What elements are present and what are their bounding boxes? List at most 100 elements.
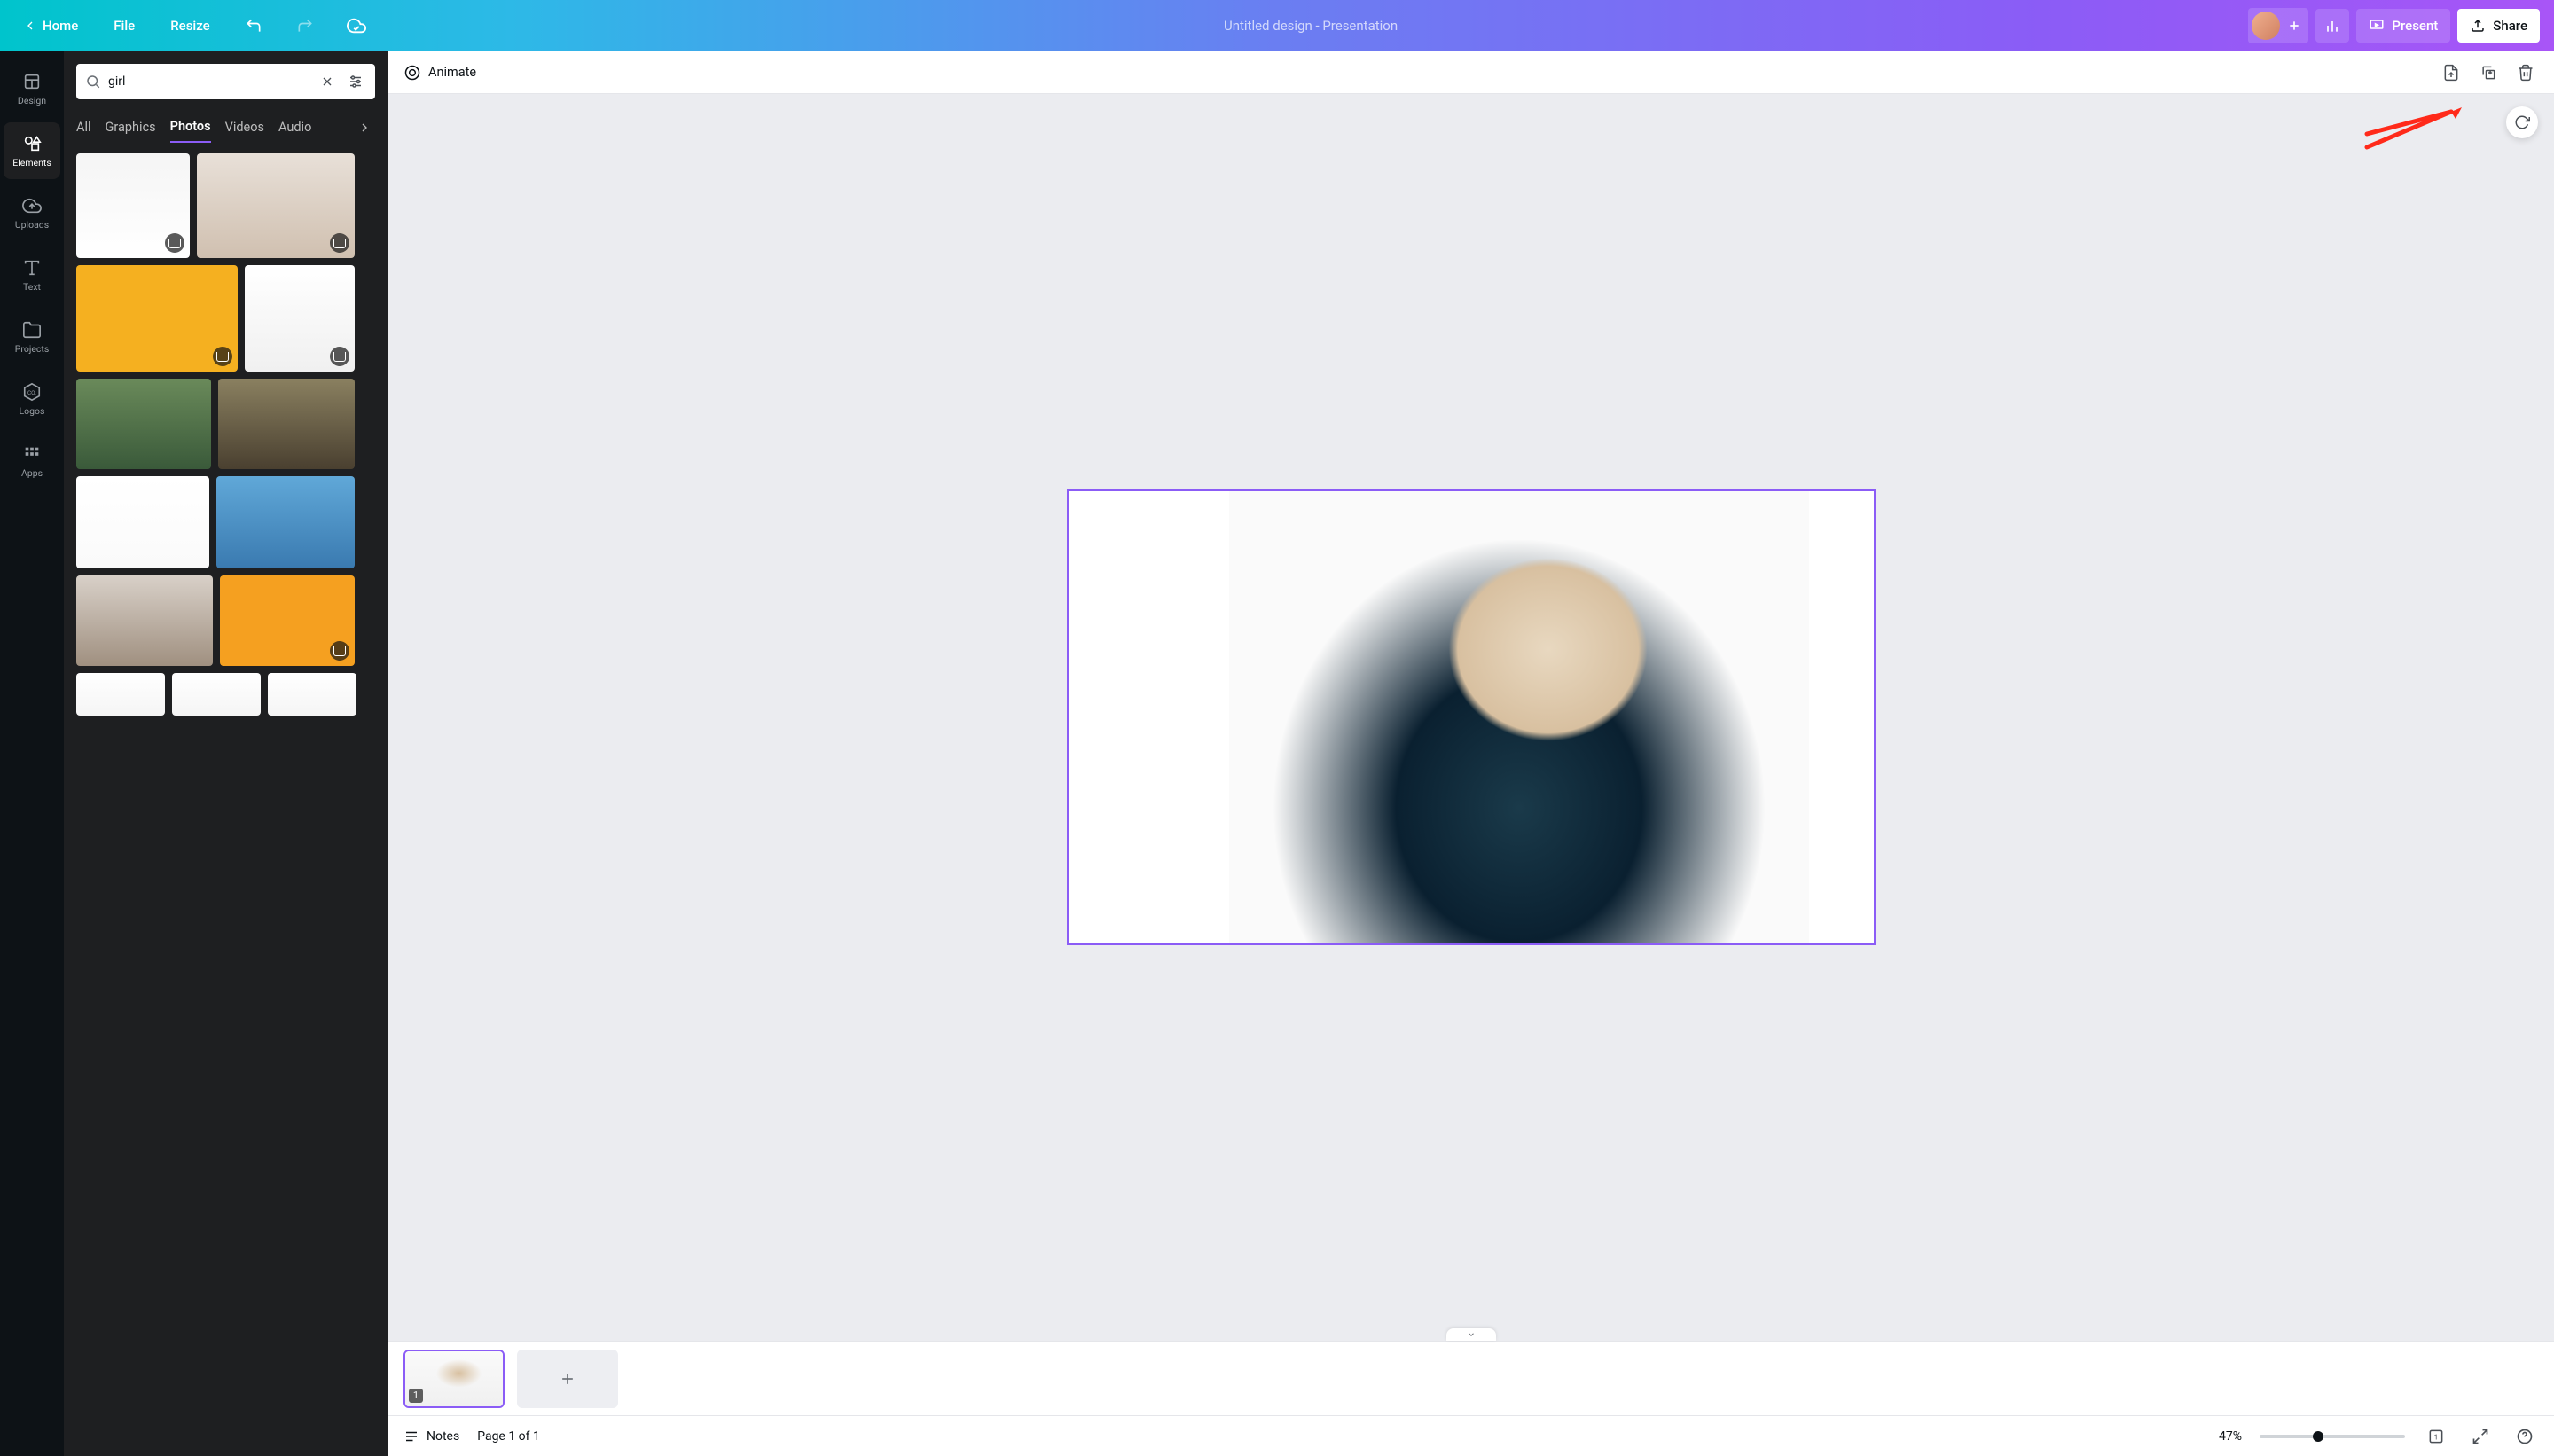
share-button[interactable]: Share (2457, 9, 2540, 43)
photo-result[interactable] (218, 379, 355, 469)
rail-logos[interactable]: CO. Logos (0, 371, 64, 427)
rail-projects[interactable]: Projects (0, 309, 64, 365)
photo-result[interactable] (220, 575, 355, 666)
redo-button[interactable] (288, 9, 322, 43)
grid-icon (22, 444, 42, 464)
search-filters-button[interactable] (345, 71, 366, 92)
rail-design[interactable]: Design (0, 60, 64, 117)
photo-result[interactable] (76, 379, 211, 469)
redo-icon (296, 17, 314, 35)
photo-result[interactable] (76, 476, 209, 568)
notes-button[interactable]: Notes (403, 1429, 459, 1444)
zoom-slider[interactable] (2260, 1435, 2405, 1438)
pro-badge-icon (330, 233, 349, 253)
trash-icon (2517, 64, 2534, 82)
photo-result[interactable] (245, 265, 355, 372)
help-button[interactable] (2511, 1423, 2538, 1450)
chevron-down-icon (1465, 1330, 1477, 1339)
document-title[interactable]: Untitled design - Presentation (373, 18, 2249, 34)
cloud-status-button[interactable] (340, 9, 373, 43)
collapse-strip-handle[interactable] (1446, 1328, 1496, 1341)
canvas-viewport[interactable] (388, 94, 2554, 1341)
animate-label: Animate (428, 65, 476, 80)
tabs-scroll-right[interactable] (354, 117, 375, 138)
main-area: Design Elements Uploads Text Projects CO… (0, 51, 2554, 1456)
hexagon-icon: CO. (22, 382, 42, 402)
tab-videos[interactable]: Videos (225, 113, 264, 142)
photo-result[interactable] (172, 673, 261, 716)
rail-logos-label: Logos (20, 405, 45, 417)
photo-result[interactable] (76, 153, 190, 258)
file-menu-button[interactable]: File (105, 12, 144, 39)
photo-result[interactable] (76, 265, 238, 372)
header-right-group: Present Share (2248, 8, 2540, 43)
context-right-group (2439, 60, 2538, 85)
page-thumbnail[interactable]: 1 (403, 1350, 505, 1408)
search-box (76, 64, 375, 99)
rail-projects-label: Projects (15, 343, 50, 355)
rail-elements-label: Elements (12, 157, 51, 168)
rail-text-label: Text (23, 281, 41, 293)
search-icon (85, 74, 101, 90)
resize-label: Resize (170, 18, 209, 34)
page-number-badge: 1 (409, 1389, 423, 1403)
layout-icon (22, 72, 42, 91)
rail-elements[interactable]: Elements (4, 122, 60, 179)
slide-content (1069, 491, 1874, 943)
duplicate-page-button[interactable] (2476, 60, 2501, 85)
fullscreen-button[interactable] (2467, 1423, 2494, 1450)
tab-photos[interactable]: Photos (170, 112, 211, 143)
portrait-image[interactable] (1229, 491, 1809, 943)
rail-design-label: Design (18, 95, 46, 106)
annotation-arrow (2362, 103, 2469, 153)
zoom-slider-knob[interactable] (2313, 1431, 2323, 1442)
tab-all[interactable]: All (76, 113, 91, 142)
resize-menu-button[interactable]: Resize (161, 12, 218, 39)
photo-result[interactable] (76, 575, 213, 666)
tab-graphics[interactable]: Graphics (106, 113, 156, 142)
rail-uploads[interactable]: Uploads (0, 184, 64, 241)
add-page-button[interactable] (517, 1350, 618, 1408)
title-text: Untitled design - Presentation (1224, 18, 1398, 34)
plus-icon (2287, 19, 2301, 33)
present-button[interactable]: Present (2356, 9, 2450, 43)
photo-result[interactable] (76, 673, 165, 716)
delete-page-button[interactable] (2513, 60, 2538, 85)
close-icon (320, 74, 334, 89)
photo-result[interactable] (197, 153, 355, 258)
plus-icon (559, 1370, 576, 1388)
left-rail: Design Elements Uploads Text Projects CO… (0, 51, 64, 1456)
notes-icon (403, 1429, 419, 1444)
pro-badge-icon (165, 233, 184, 253)
search-input[interactable] (108, 74, 309, 89)
svg-text:CO.: CO. (27, 388, 36, 395)
insights-button[interactable] (2315, 9, 2349, 43)
animate-button[interactable]: Animate (403, 64, 476, 82)
grid-view-button[interactable]: 1 (2423, 1423, 2449, 1450)
grid-view-icon: 1 (2427, 1428, 2445, 1445)
rail-text[interactable]: Text (0, 247, 64, 303)
rail-apps[interactable]: Apps (0, 433, 64, 489)
photo-result[interactable] (268, 673, 356, 716)
undo-button[interactable] (237, 9, 270, 43)
search-wrapper (64, 51, 388, 112)
help-icon (2516, 1428, 2534, 1445)
user-avatar[interactable] (2252, 12, 2280, 40)
notes-label: Notes (427, 1429, 459, 1444)
clear-search-button[interactable] (317, 71, 338, 92)
results-grid (76, 153, 375, 716)
cloud-upload-icon (22, 196, 42, 215)
elements-panel: All Graphics Photos Videos Audio (64, 51, 388, 1456)
import-page-button[interactable] (2439, 60, 2464, 85)
photo-result[interactable] (216, 476, 355, 568)
home-button[interactable]: Home (14, 12, 87, 39)
editor-footer: Notes Page 1 of 1 47% 1 (388, 1415, 2554, 1456)
slide[interactable] (1067, 489, 1876, 945)
add-member-button[interactable] (2284, 15, 2305, 36)
suggest-fab[interactable] (2506, 106, 2538, 138)
results-scroll[interactable] (64, 143, 388, 1456)
sliders-icon (348, 74, 364, 90)
chart-icon (2323, 17, 2341, 35)
tab-audio[interactable]: Audio (278, 113, 311, 142)
svg-text:1: 1 (2434, 1433, 2439, 1442)
